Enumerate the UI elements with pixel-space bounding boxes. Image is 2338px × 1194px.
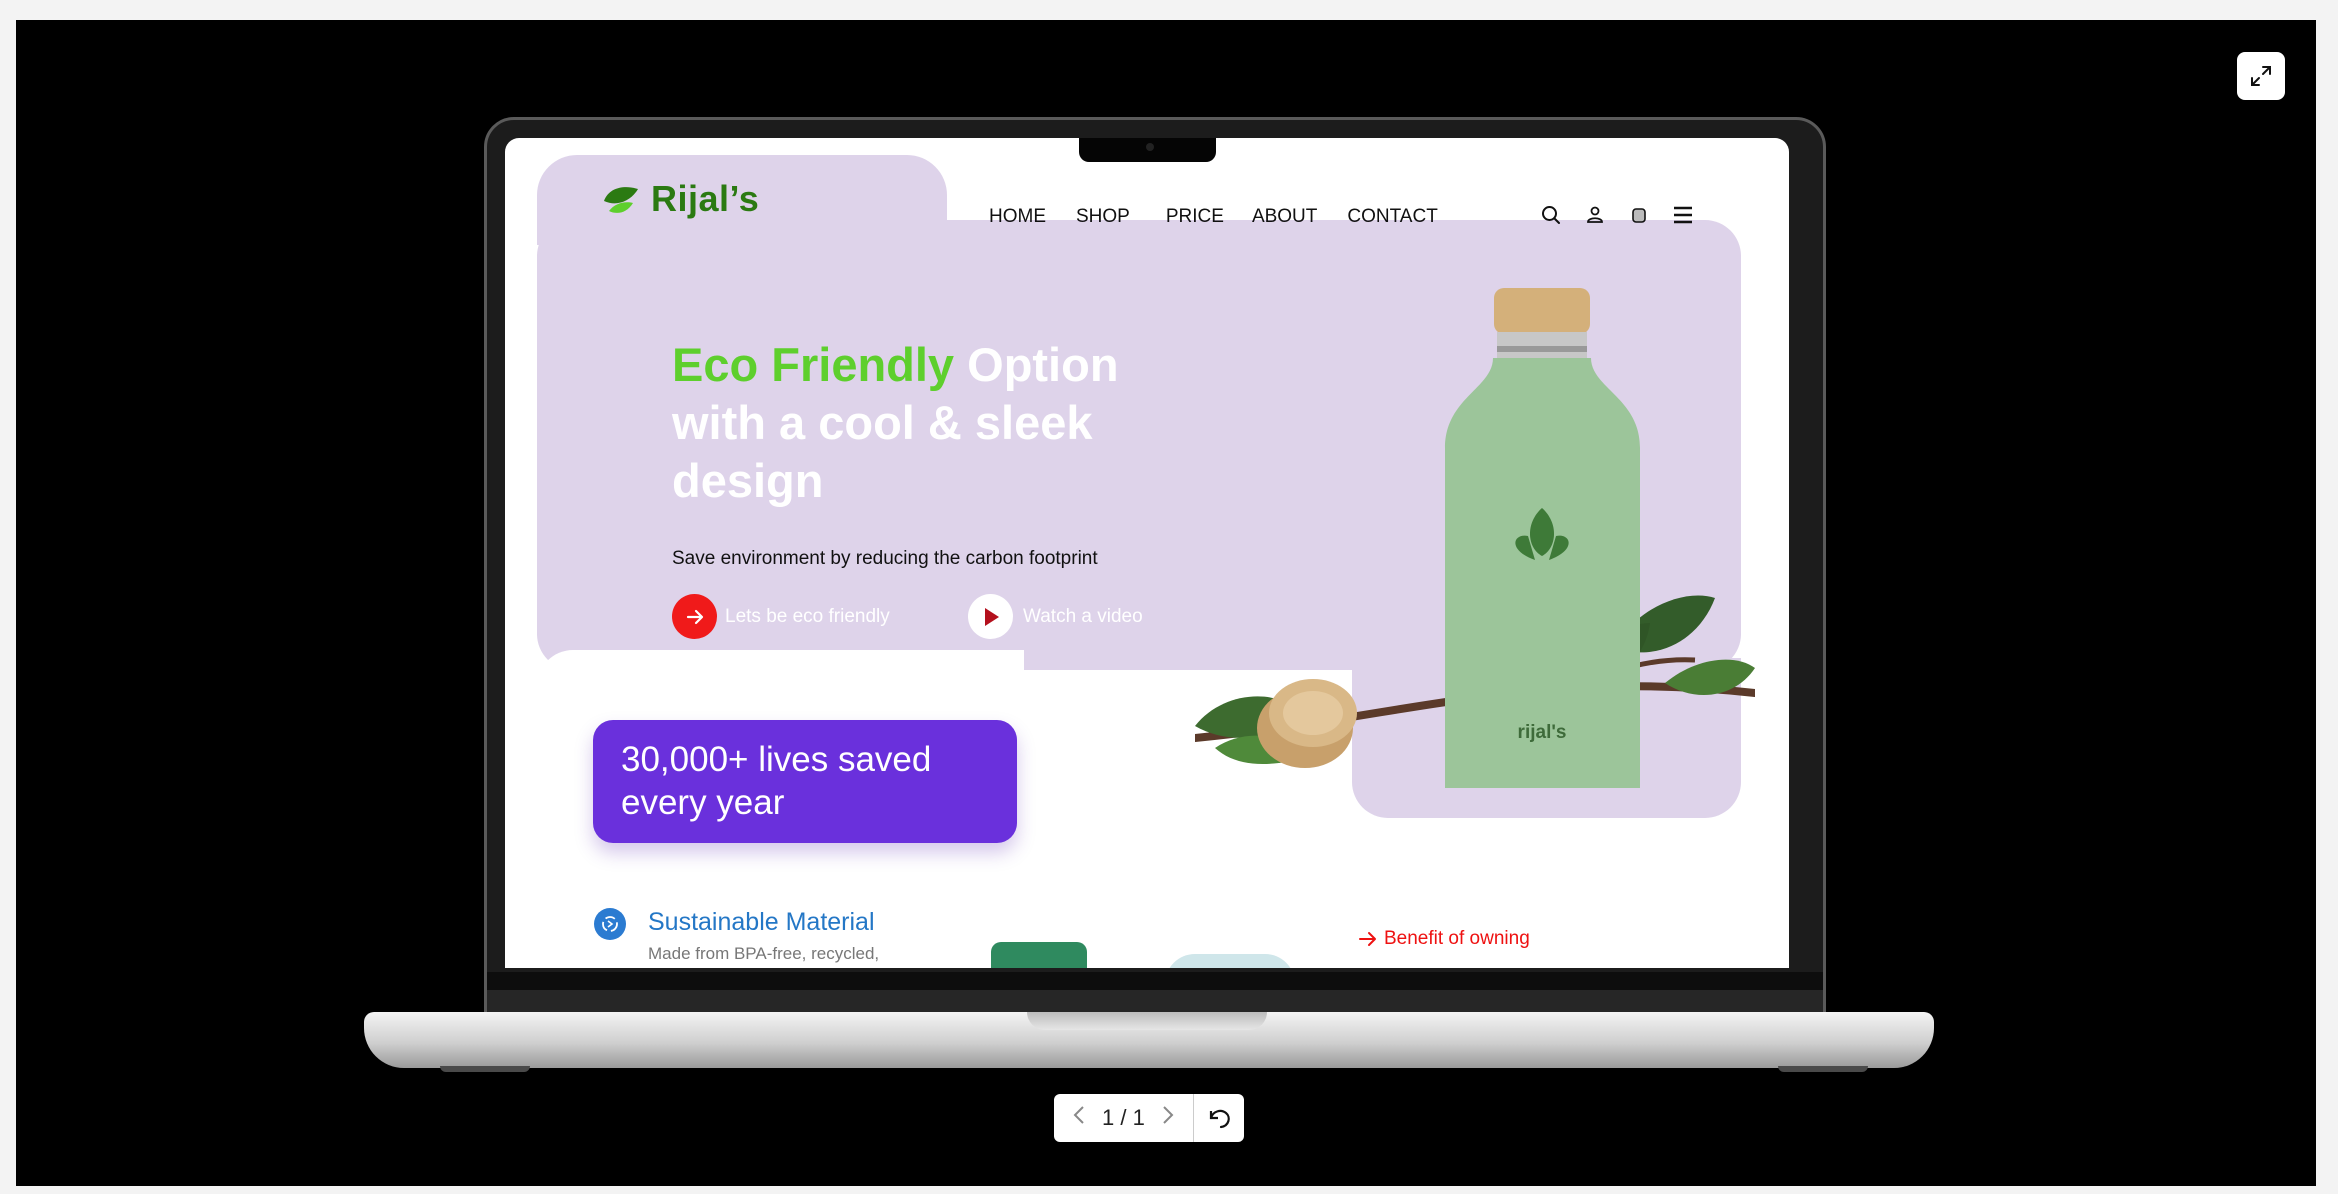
laptop-foot [1778, 1066, 1868, 1072]
benefit-link-label: Benefit of owning [1384, 928, 1530, 949]
feature-title: Sustainable Material [648, 908, 875, 936]
expand-button[interactable] [2237, 52, 2285, 100]
chevron-right-icon [1163, 1106, 1174, 1124]
undo-icon [1209, 1109, 1230, 1129]
page-indicator: 1 / 1 [1102, 1105, 1145, 1131]
watch-video-label: Watch a video [1023, 605, 1143, 627]
play-icon [968, 594, 1013, 639]
hero-subtext: Save environment by reducing the carbon … [672, 548, 1098, 569]
site-logo[interactable]: Rijal’s [601, 178, 759, 220]
feature-description: Made from BPA-free, recycled, [648, 944, 880, 963]
nav-price[interactable]: PRICE [1166, 206, 1224, 228]
watch-video-button[interactable]: Watch a video [968, 594, 1143, 639]
nav-home[interactable]: HOME [989, 206, 1046, 228]
undo-button[interactable] [1194, 1094, 1244, 1142]
image-pager: 1 / 1 [1054, 1094, 1244, 1142]
page-separator: / [1120, 1105, 1127, 1130]
laptop-foot [440, 1066, 530, 1072]
pager-controls: 1 / 1 [1054, 1094, 1194, 1142]
eco-friendly-button[interactable]: Lets be eco friendly [672, 594, 890, 639]
arrow-right-icon [1359, 932, 1376, 946]
product-thumbnail [991, 942, 1087, 968]
page-total: 1 [1132, 1105, 1145, 1130]
hero-headline: Eco Friendly Option with a cool & sleek … [672, 336, 1192, 510]
nav-contact[interactable]: CONTACT [1347, 206, 1437, 228]
product-bottle-image: rijal's [1195, 288, 1755, 788]
header-icons [1540, 204, 1694, 226]
menu-icon[interactable] [1672, 204, 1694, 226]
page-current: 1 [1102, 1105, 1115, 1130]
stat-card: 30,000+ lives saved every year [593, 720, 1017, 843]
prev-page-button[interactable] [1072, 1104, 1086, 1132]
bottle-brand-label: rijal's [1518, 722, 1567, 743]
next-page-button[interactable] [1161, 1104, 1175, 1132]
main-nav: HOME SHOP PRICE ABOUT CONTACT [989, 206, 1468, 228]
laptop-screen: Rijal’s HOME SHOP PRICE ABOUT CONTACT Ec… [505, 138, 1789, 968]
screen-hinge [487, 990, 1823, 1012]
leaf-icon [604, 187, 638, 213]
arrow-right-icon [672, 594, 717, 639]
recycle-icon [594, 908, 626, 940]
hero-headline-highlight: Eco Friendly [672, 338, 955, 391]
chevron-left-icon [1073, 1106, 1084, 1124]
expand-icon [2251, 66, 2271, 86]
laptop-opening-groove [1027, 1012, 1267, 1030]
nav-shop[interactable]: SHOP [1076, 206, 1130, 228]
product-thumbnail [1165, 954, 1295, 968]
nav-about[interactable]: ABOUT [1252, 206, 1317, 228]
cart-icon[interactable] [1628, 204, 1650, 226]
camera-icon [1146, 143, 1154, 151]
search-icon[interactable] [1540, 204, 1562, 226]
stat-text: 30,000+ lives saved every year [621, 740, 932, 822]
eco-friendly-label: Lets be eco friendly [725, 605, 890, 627]
user-icon[interactable] [1584, 204, 1606, 226]
benefit-link[interactable]: Benefit of owning [1358, 928, 1530, 950]
logo-text: Rijal’s [651, 178, 760, 219]
